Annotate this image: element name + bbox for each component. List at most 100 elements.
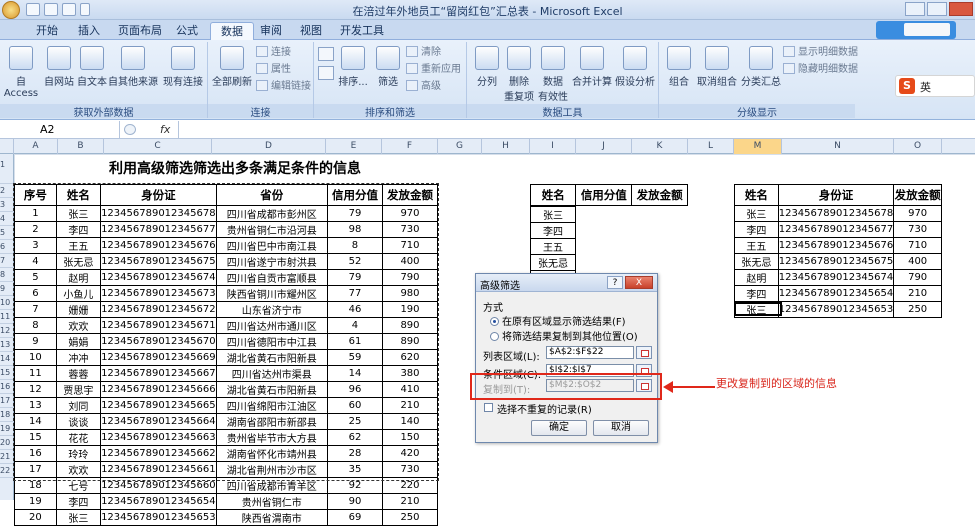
row-header[interactable]: 2 (0, 184, 14, 198)
table-cell[interactable]: 250 (381, 509, 439, 526)
filter-button[interactable]: 筛选 (372, 46, 404, 88)
row-header[interactable]: 3 (0, 198, 14, 212)
existing-connections-button[interactable]: 现有连接 (162, 46, 204, 88)
result-cell[interactable]: 123456789012345677 (777, 221, 895, 238)
data-validation-button[interactable]: 数据 有效性 (535, 46, 571, 103)
row-header[interactable]: 20 (0, 436, 14, 450)
result-cell[interactable]: 王五 (734, 237, 779, 254)
table-cell[interactable]: 20 (14, 509, 57, 526)
list-range-picker-icon[interactable] (636, 346, 652, 359)
help-icon[interactable]: ? (607, 276, 623, 289)
tab-review[interactable]: 审阅 (250, 22, 292, 40)
row-header[interactable]: 1 (0, 158, 14, 184)
tab-home[interactable]: 开始 (26, 22, 68, 40)
column-header-overflow[interactable] (942, 139, 975, 154)
from-web-button[interactable]: 自网站 (42, 46, 76, 88)
sogou-ime-bar[interactable]: S 英 (895, 75, 975, 97)
tab-formulas[interactable]: 公式 (166, 22, 208, 40)
radio-in-place[interactable]: 在原有区域显示筛选结果(F) (490, 313, 626, 328)
properties-button[interactable]: 属性 (256, 62, 291, 78)
ok-button[interactable]: 确定 (531, 420, 587, 436)
column-header[interactable]: J (576, 139, 632, 154)
edit-links-button[interactable]: 编辑链接 (256, 79, 311, 95)
column-header[interactable]: F (382, 139, 438, 154)
row-header[interactable]: 22 (0, 464, 14, 478)
minimize-button[interactable] (905, 2, 925, 16)
tab-page-layout[interactable]: 页面布局 (108, 22, 172, 40)
criteria-cell[interactable]: 张三 (530, 206, 576, 223)
tab-data[interactable]: 数据 (210, 22, 254, 40)
row-header[interactable]: 18 (0, 408, 14, 422)
connections-button[interactable]: 连接 (256, 45, 291, 61)
result-cell[interactable]: 970 (893, 205, 942, 222)
result-cell[interactable]: 400 (893, 253, 942, 270)
table-cell[interactable]: 90 (327, 493, 383, 510)
criteria-cell[interactable]: 王五 (530, 238, 576, 255)
column-header[interactable]: G (438, 139, 482, 154)
tab-developer[interactable]: 开发工具 (330, 22, 394, 40)
column-header[interactable]: B (58, 139, 104, 154)
row-header[interactable]: 19 (0, 422, 14, 436)
result-cell[interactable]: 250 (893, 301, 942, 318)
column-header[interactable]: N (782, 139, 894, 154)
remove-duplicates-button[interactable]: 删除 重复项 (503, 46, 535, 103)
row-header[interactable]: 12 (0, 324, 14, 338)
from-access-button[interactable]: 自 Access (0, 46, 42, 99)
unique-records-checkbox[interactable] (484, 403, 493, 412)
result-header[interactable]: 发放金额 (893, 184, 942, 206)
what-if-button[interactable]: 假设分析 (613, 46, 657, 88)
column-header[interactable]: I (530, 139, 576, 154)
close-button[interactable] (949, 2, 973, 16)
row-header[interactable]: 11 (0, 310, 14, 324)
result-cell[interactable]: 123456789012345675 (777, 253, 895, 270)
table-cell[interactable]: 123456789012345654 (100, 493, 217, 510)
tab-view[interactable]: 视图 (290, 22, 332, 40)
radio-copy-to[interactable]: 将筛选结果复制到其他位置(O) (490, 328, 638, 343)
result-header[interactable]: 姓名 (734, 184, 779, 206)
group-button[interactable]: 组合 (663, 46, 695, 88)
result-cell[interactable]: 210 (893, 285, 942, 302)
sort-az-icon[interactable] (318, 47, 334, 61)
browser-360-logo[interactable] (876, 21, 956, 39)
result-cell[interactable]: 张无忌 (734, 253, 779, 270)
table-cell[interactable]: 贵州省铜仁市 (215, 493, 329, 510)
column-header[interactable]: D (212, 139, 326, 154)
row-header[interactable]: 17 (0, 394, 14, 408)
select-all-corner[interactable] (0, 139, 14, 154)
table-cell[interactable]: 123456789012345653 (100, 509, 217, 526)
column-header[interactable]: L (688, 139, 734, 154)
result-cell[interactable]: 790 (893, 269, 942, 286)
clear-button[interactable]: 清除 (406, 45, 441, 61)
result-header[interactable]: 身份证 (777, 184, 895, 206)
result-cell[interactable]: 123456789012345676 (777, 237, 895, 254)
result-cell[interactable]: 李四 (734, 221, 779, 238)
refresh-all-button[interactable]: 全部刷新 (210, 46, 254, 88)
result-cell[interactable]: 123456789012345653 (777, 301, 895, 318)
table-cell[interactable]: 陕西省渭南市 (215, 509, 329, 526)
active-cell[interactable] (734, 302, 782, 316)
column-header[interactable]: M (734, 139, 782, 154)
row-header[interactable]: 14 (0, 352, 14, 366)
row-header[interactable]: 7 (0, 254, 14, 268)
result-cell[interactable]: 710 (893, 237, 942, 254)
result-cell[interactable]: 张三 (734, 205, 779, 222)
criteria-header[interactable]: 信用分值 (575, 184, 633, 206)
result-cell[interactable]: 123456789012345654 (777, 285, 895, 302)
list-range-input[interactable]: $A$2:$F$22 (546, 346, 634, 359)
criteria-cell[interactable]: 张无忌 (530, 254, 576, 271)
maximize-button[interactable] (927, 2, 947, 16)
row-header[interactable]: 13 (0, 338, 14, 352)
sort-za-icon[interactable] (318, 66, 334, 80)
ungroup-button[interactable]: 取消组合 (695, 46, 739, 88)
tab-insert[interactable]: 插入 (68, 22, 110, 40)
advanced-filter-button[interactable]: 高级 (406, 79, 441, 95)
row-header[interactable]: 16 (0, 380, 14, 394)
show-detail-button[interactable]: 显示明细数据 (783, 45, 858, 61)
formula-input[interactable] (178, 121, 975, 138)
cancel-formula-icon[interactable] (124, 124, 136, 135)
function-icon[interactable]: fx (160, 123, 170, 136)
table-cell[interactable]: 69 (327, 509, 383, 526)
column-header[interactable]: E (326, 139, 382, 154)
row-header[interactable]: 9 (0, 282, 14, 296)
text-to-columns-button[interactable]: 分列 (471, 46, 503, 88)
